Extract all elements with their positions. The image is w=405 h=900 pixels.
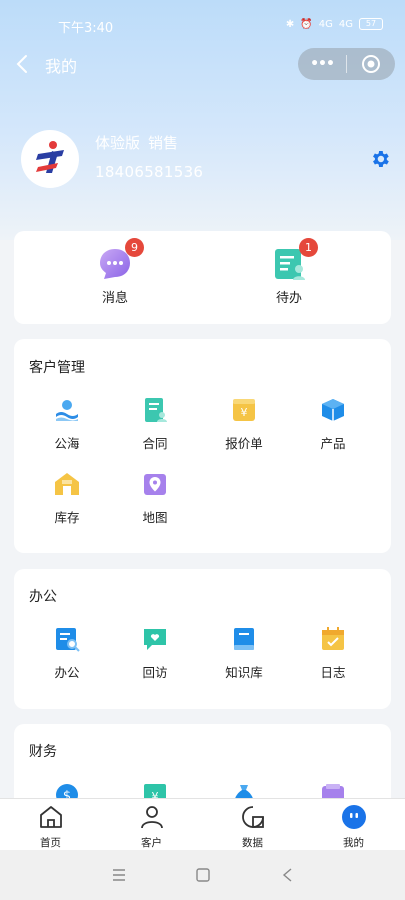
map-label: 地图 <box>142 510 168 525</box>
version-label: 体验版 <box>95 134 141 152</box>
product-entry[interactable]: 产品 <box>286 397 380 452</box>
tab-data[interactable]: 数据 <box>202 804 303 850</box>
tab-bar: 首页 客户 数据 我的 <box>0 798 405 850</box>
me-icon <box>341 805 366 829</box>
quote-icon: ¥ <box>233 399 255 421</box>
office-title: 办公 <box>29 589 57 605</box>
tab-customer-label: 客户 <box>141 837 162 849</box>
menu-icon <box>113 869 125 881</box>
data-icon <box>241 806 264 828</box>
revisit-label: 回访 <box>142 665 168 680</box>
system-nav-bar <box>0 850 405 900</box>
menu-button[interactable] <box>111 867 127 883</box>
account-info: 体验版 销售 <box>95 132 186 153</box>
tab-me[interactable]: 我的 <box>303 804 404 850</box>
role-label: 销售 <box>148 134 179 152</box>
profile-section: 体验版 销售 18406581536 <box>21 130 391 188</box>
todo-entry[interactable]: 1 待办 <box>229 238 349 306</box>
back-button[interactable] <box>12 50 34 78</box>
tab-home[interactable]: 首页 <box>0 804 101 850</box>
chevron-left-icon <box>16 55 27 73</box>
product-icon <box>322 399 344 421</box>
log-label: 日志 <box>320 665 346 680</box>
signal-a-label: 4G <box>318 18 333 30</box>
office-icon <box>56 628 80 652</box>
battery-icon: 57 <box>359 18 383 30</box>
message-icon: 9 <box>98 238 144 281</box>
quote-entry[interactable]: ¥ 报价单 <box>197 397 291 452</box>
map-icon <box>144 474 166 495</box>
office-card: 办公 办公 回访 知识库 日志 <box>14 569 391 709</box>
tab-home-label: 首页 <box>40 837 61 849</box>
system-back-button[interactable] <box>280 867 296 883</box>
phone-number: 18406581536 <box>95 163 204 181</box>
customer-card: 客户管理 公海 合同 ¥ 报价单 产品 库存 地图 <box>14 339 391 553</box>
knowledge-entry[interactable]: 知识库 <box>197 626 291 681</box>
home-button[interactable] <box>195 867 211 883</box>
tab-customer[interactable]: 客户 <box>101 804 202 850</box>
triangle-back-icon <box>282 868 292 882</box>
brand-logo-icon <box>36 141 64 173</box>
status-bar: 下午3:40 ✱ ⏰ 4G 4G 57 <box>0 0 405 48</box>
messages-entry[interactable]: 9 消息 <box>55 238 175 306</box>
tab-me-label: 我的 <box>343 837 364 849</box>
home-icon <box>39 806 62 828</box>
square-icon <box>196 868 210 882</box>
inventory-label: 库存 <box>54 510 80 525</box>
revisit-entry[interactable]: 回访 <box>108 626 202 681</box>
contract-entry[interactable]: 合同 <box>108 397 202 452</box>
todo-label: 待办 <box>275 291 302 306</box>
tab-data-label: 数据 <box>242 837 263 849</box>
target-icon <box>362 55 380 73</box>
revisit-icon <box>144 629 166 650</box>
gear-icon <box>373 151 389 167</box>
signal-b-label: 4G <box>338 18 353 30</box>
contract-icon <box>145 398 167 422</box>
message-badge: 9 <box>125 238 144 257</box>
office-label: 办公 <box>54 665 80 680</box>
alarm-icon: ⏰ <box>300 18 313 30</box>
more-button[interactable]: ••• <box>298 56 346 72</box>
status-time: 下午3:40 <box>58 21 114 36</box>
quick-card: 9 消息 1 待办 <box>14 231 391 324</box>
product-label: 产品 <box>320 436 346 451</box>
bluetooth-icon: ✱ <box>285 18 295 30</box>
status-icons: ✱ ⏰ 4G 4G 57 <box>286 18 383 30</box>
page-title: 我的 <box>45 57 78 76</box>
customer-title: 客户管理 <box>29 360 85 376</box>
inventory-icon <box>55 473 79 495</box>
todo-badge: 1 <box>299 238 318 257</box>
office-entry[interactable]: 办公 <box>20 626 114 681</box>
log-icon <box>322 627 344 650</box>
knowledge-icon <box>234 628 254 650</box>
capsule-menu: ••• <box>298 48 395 80</box>
knowledge-label: 知识库 <box>225 665 263 680</box>
sea-entry[interactable]: 公海 <box>20 397 114 452</box>
sea-label: 公海 <box>54 436 80 451</box>
sea-icon <box>56 400 78 421</box>
quote-label: 报价单 <box>225 436 263 451</box>
close-button[interactable] <box>347 54 395 74</box>
messages-label: 消息 <box>101 291 128 306</box>
customer-icon <box>140 806 163 829</box>
todo-icon: 1 <box>272 238 318 281</box>
settings-button[interactable] <box>369 148 391 170</box>
finance-title: 财务 <box>29 744 57 760</box>
inventory-entry[interactable]: 库存 <box>20 471 114 526</box>
nav-bar: 我的 ••• <box>0 48 405 80</box>
contract-label: 合同 <box>142 436 168 451</box>
log-entry[interactable]: 日志 <box>286 626 380 681</box>
map-entry[interactable]: 地图 <box>108 471 202 526</box>
avatar[interactable] <box>21 130 79 188</box>
svg-text:¥: ¥ <box>241 406 248 419</box>
